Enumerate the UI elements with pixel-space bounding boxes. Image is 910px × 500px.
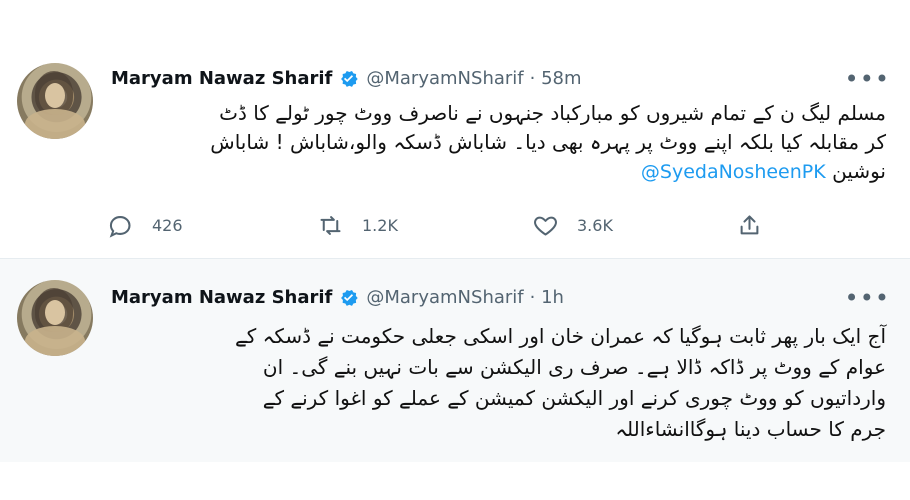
avatar-face xyxy=(45,300,65,325)
heart-icon xyxy=(534,216,557,236)
retweet-count: 1.2K xyxy=(362,215,398,235)
tweet-line: وارداتیوں کو ووٹ چوری کرنے اور الیکشن کم… xyxy=(262,386,886,410)
tweet-text: آج ایک بار پھر ثابت ہوگیا کہ عمران خان ا… xyxy=(111,321,886,445)
tweet-line-text: نوشین xyxy=(832,159,886,183)
tweet-1[interactable]: Maryam Nawaz Sharif @MaryamNSharif · 58m… xyxy=(0,45,910,260)
tweet-time[interactable]: · 58m xyxy=(530,68,582,89)
share-icon xyxy=(740,214,759,234)
tweet-2[interactable]: Maryam Nawaz Sharif @MaryamNSharif · 1h … xyxy=(0,259,910,462)
retweet-button[interactable]: 1.2K xyxy=(317,207,398,243)
tweet-time[interactable]: · 1h xyxy=(530,287,564,308)
share-button[interactable] xyxy=(736,207,781,243)
like-count: 3.6K xyxy=(577,215,613,235)
author-name[interactable]: Maryam Nawaz Sharif xyxy=(111,68,332,89)
tweet-actions: 426 1.2K 3.6K xyxy=(107,207,772,243)
tweet-line: مسلم لیگ ن کے تمام شیروں کو مبارکباد جنہ… xyxy=(219,101,886,125)
tweet-text: مسلم لیگ ن کے تمام شیروں کو مبارکباد جنہ… xyxy=(111,99,886,187)
tweet-line: آج ایک بار پھر ثابت ہوگیا کہ عمران خان ا… xyxy=(235,324,886,348)
more-icon[interactable]: ••• xyxy=(845,65,890,93)
verified-badge-icon xyxy=(341,70,359,87)
avatar-scarf xyxy=(25,109,85,139)
reply-count: 426 xyxy=(152,215,183,235)
author-handle[interactable]: @MaryamNSharif xyxy=(366,68,523,89)
avatar[interactable] xyxy=(17,63,93,139)
tweet-line-with-mention: نوشین @SyedaNosheenPK xyxy=(111,157,886,187)
author-name[interactable]: Maryam Nawaz Sharif xyxy=(111,287,332,308)
retweet-icon xyxy=(320,215,341,235)
tweet-line: عوام کے ووٹ پر ڈاکہ ڈالا ہے۔ صرف ری الیک… xyxy=(262,355,886,379)
like-button[interactable]: 3.6K xyxy=(532,207,613,243)
tweet-line: جرم کا حساب دینا ہوگاانشاءاللہ xyxy=(615,417,886,441)
tweet-header: Maryam Nawaz Sharif @MaryamNSharif · 58m xyxy=(111,64,582,92)
avatar-face xyxy=(45,83,65,108)
reply-icon xyxy=(109,215,131,238)
more-icon[interactable]: ••• xyxy=(845,284,890,312)
avatar-scarf xyxy=(25,326,85,356)
author-handle[interactable]: @MaryamNSharif xyxy=(366,287,523,308)
tweet-line: کر مقابلہ کیا بلکہ اپنے ووٹ پر پہرہ بھی … xyxy=(210,130,886,154)
avatar[interactable] xyxy=(17,280,93,356)
reply-button[interactable]: 426 xyxy=(107,207,183,243)
tweet-header: Maryam Nawaz Sharif @MaryamNSharif · 1h xyxy=(111,283,564,311)
verified-badge-icon xyxy=(341,289,359,306)
mention-link[interactable]: @SyedaNosheenPK xyxy=(641,158,826,187)
